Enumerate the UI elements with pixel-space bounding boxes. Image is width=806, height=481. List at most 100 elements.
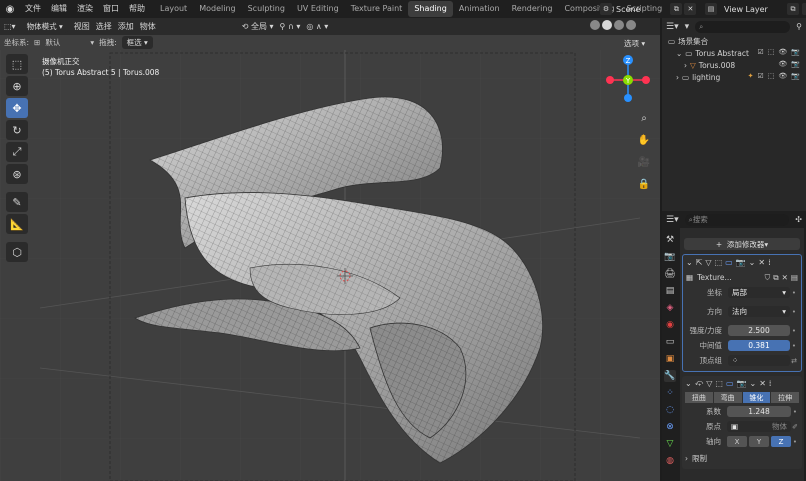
keyframe-dot-icon[interactable]: • bbox=[791, 438, 799, 446]
cage-icon[interactable]: ⬚ bbox=[715, 379, 723, 388]
texture-name[interactable]: Texture... bbox=[697, 273, 765, 282]
annotate-icon[interactable]: ✎ bbox=[6, 192, 28, 212]
material-shading-icon[interactable] bbox=[614, 20, 624, 30]
properties-editor-icon[interactable]: ☰▾ bbox=[666, 215, 679, 225]
scene-tab-icon[interactable]: ◈ bbox=[664, 302, 676, 314]
menu-file[interactable]: 文件 bbox=[20, 0, 46, 18]
scene-close-icon[interactable]: ✕ bbox=[684, 3, 697, 15]
coord-value[interactable]: 默认 bbox=[45, 37, 85, 48]
filter-funnel-icon[interactable]: ⚲ bbox=[796, 22, 802, 31]
world-tab-icon[interactable]: ◉ bbox=[664, 319, 676, 331]
collection-tab-icon[interactable]: ▭ bbox=[664, 336, 676, 348]
texture-browse-icon[interactable]: ▤ bbox=[791, 273, 798, 282]
keyframe-dot-icon[interactable]: • bbox=[791, 408, 799, 416]
outliner-root-row[interactable]: ▭ 场景集合 bbox=[662, 35, 806, 47]
workspace-tab-rendering[interactable]: Rendering bbox=[506, 1, 559, 17]
view-layer-close-icon[interactable]: ✕ bbox=[802, 3, 806, 15]
axis-x-button[interactable]: X bbox=[727, 436, 747, 447]
add-cube-icon[interactable]: ⬡ bbox=[6, 242, 28, 262]
eye-icon[interactable]: 👁 bbox=[778, 72, 787, 80]
menu-help[interactable]: 帮助 bbox=[124, 0, 150, 18]
transform-orientation-dropdown[interactable]: ⟲ 全局 ▾ bbox=[242, 21, 274, 32]
vertex-group-field[interactable]: ⁘ bbox=[728, 355, 790, 366]
pan-hand-icon[interactable]: ✋ bbox=[636, 132, 652, 148]
add-modifier-button[interactable]: + 添加修改器 ▾ bbox=[684, 238, 800, 250]
render-display-icon[interactable]: 📷 bbox=[736, 258, 746, 267]
axis-y-button[interactable]: Y bbox=[749, 436, 769, 447]
menu-edit[interactable]: 编辑 bbox=[46, 0, 72, 18]
viewport-display-icon[interactable]: ▭ bbox=[726, 379, 734, 388]
outliner-search-input[interactable]: ⌕ bbox=[695, 20, 791, 33]
properties-search-input[interactable]: ⌕ 搜索 bbox=[684, 213, 790, 226]
keyframe-dot-icon[interactable]: • bbox=[790, 327, 798, 335]
camera-icon[interactable]: 📷 bbox=[791, 72, 800, 80]
proportional-icon[interactable]: ◎ ∧ ▾ bbox=[306, 22, 328, 31]
expand-chevron-icon[interactable]: › bbox=[676, 73, 679, 82]
measure-icon[interactable]: 📐 bbox=[6, 214, 28, 234]
modifier-tab-icon[interactable]: 🔧 bbox=[664, 370, 676, 382]
workspace-tab-animation[interactable]: Animation bbox=[453, 1, 506, 17]
origin-field[interactable]: ▣ 物体 bbox=[727, 421, 791, 432]
camera-view-icon[interactable]: 🎥 bbox=[636, 154, 652, 170]
strength-field[interactable]: 2.500 bbox=[728, 325, 790, 336]
workspace-tab-sculpting[interactable]: Sculpting bbox=[242, 1, 291, 17]
object-tab-icon[interactable]: ▣ bbox=[664, 353, 676, 365]
cage-icon[interactable]: ⬚ bbox=[715, 258, 723, 267]
scene-copy-icon[interactable]: ⧉ bbox=[670, 3, 683, 15]
filter-icon[interactable]: ▾ bbox=[685, 22, 690, 32]
expand-chevron-icon[interactable]: › bbox=[684, 61, 687, 70]
workspace-tab-layout[interactable]: Layout bbox=[154, 1, 193, 17]
close-icon[interactable]: ✕ bbox=[782, 273, 788, 282]
transform-icon[interactable]: ⊛ bbox=[6, 164, 28, 184]
collapse-chevron-icon[interactable]: ⌄ bbox=[686, 258, 693, 267]
exclude-icon[interactable]: ⬚ bbox=[768, 48, 775, 56]
deform-tab-twist[interactable]: 扭曲 bbox=[685, 392, 713, 403]
output-tab-icon[interactable]: 🖨 bbox=[664, 268, 676, 280]
menu-window[interactable]: 窗口 bbox=[98, 0, 124, 18]
cursor-icon[interactable]: ⊕ bbox=[6, 76, 28, 96]
drag-handle-icon[interactable]: ⁞ bbox=[768, 258, 771, 267]
workspace-tab-shading[interactable]: Shading bbox=[408, 1, 453, 17]
workspace-tab-texture-paint[interactable]: Texture Paint bbox=[345, 1, 409, 17]
mode-dropdown[interactable]: 物体模式 ▾ bbox=[21, 20, 68, 33]
lock-icon[interactable]: 🔒 bbox=[636, 176, 652, 192]
camera-icon[interactable]: 📷 bbox=[791, 60, 800, 68]
midlevel-field[interactable]: 0.381 bbox=[728, 340, 790, 351]
outliner-item-torus-abstract[interactable]: ⌄ ▭ Torus Abstract ☑ ⬚ 👁 📷 bbox=[662, 47, 806, 59]
eyedropper-icon[interactable]: ✐ bbox=[791, 423, 799, 431]
checkbox-icon[interactable]: ☑ bbox=[757, 72, 763, 80]
zoom-icon[interactable]: ⌕ bbox=[636, 110, 652, 126]
coords-dropdown[interactable]: 局部 ▾ bbox=[728, 287, 790, 298]
close-icon[interactable]: ✕ bbox=[759, 379, 766, 388]
options-dropdown[interactable]: 选项 ▾ bbox=[624, 38, 645, 49]
invert-icon[interactable]: ⇄ bbox=[790, 357, 798, 365]
physics-tab-icon[interactable]: ◌ bbox=[664, 404, 676, 416]
scale-icon[interactable]: ⤢ bbox=[6, 142, 28, 162]
pin-icon[interactable]: ✣ bbox=[795, 215, 802, 224]
deform-tab-stretch[interactable]: 拉伸 bbox=[771, 392, 799, 403]
checkbox-icon[interactable]: ☑ bbox=[757, 48, 763, 56]
move-icon[interactable]: ✥ bbox=[6, 98, 28, 118]
render-display-icon[interactable]: 📷 bbox=[737, 379, 747, 388]
rendered-shading-icon[interactable] bbox=[626, 20, 636, 30]
object-menu[interactable]: 物体 bbox=[140, 21, 156, 32]
blender-logo-icon[interactable]: ◉ bbox=[0, 0, 20, 18]
eye-icon[interactable]: 👁 bbox=[778, 60, 787, 68]
rotate-icon[interactable]: ↻ bbox=[6, 120, 28, 140]
editor-type-icon[interactable]: ⬚▾ bbox=[4, 22, 16, 31]
constraints-tab-icon[interactable]: ⊗ bbox=[664, 421, 676, 433]
view-layer-selector[interactable]: ▤ View Layer ⧉ ✕ bbox=[705, 2, 806, 16]
keyframe-dot-icon[interactable]: • bbox=[790, 342, 798, 350]
wireframe-shading-icon[interactable] bbox=[590, 20, 600, 30]
close-icon[interactable]: ✕ bbox=[758, 258, 765, 267]
view-layer-tab-icon[interactable]: ▤ bbox=[664, 285, 676, 297]
solid-shading-icon[interactable] bbox=[602, 20, 612, 30]
gizmo-x-icon[interactable] bbox=[606, 76, 614, 84]
camera-icon[interactable]: 📷 bbox=[791, 48, 800, 56]
drag-handle-icon[interactable]: ⁞ bbox=[769, 379, 772, 388]
workspace-tab-uv-editing[interactable]: UV Editing bbox=[291, 1, 345, 17]
render-tab-icon[interactable]: 📷 bbox=[664, 251, 676, 263]
deform-tab-bend[interactable]: 弯曲 bbox=[713, 392, 742, 403]
keyframe-dot-icon[interactable]: • bbox=[790, 289, 798, 297]
edit-mode-icon[interactable]: ▽ bbox=[705, 258, 711, 267]
